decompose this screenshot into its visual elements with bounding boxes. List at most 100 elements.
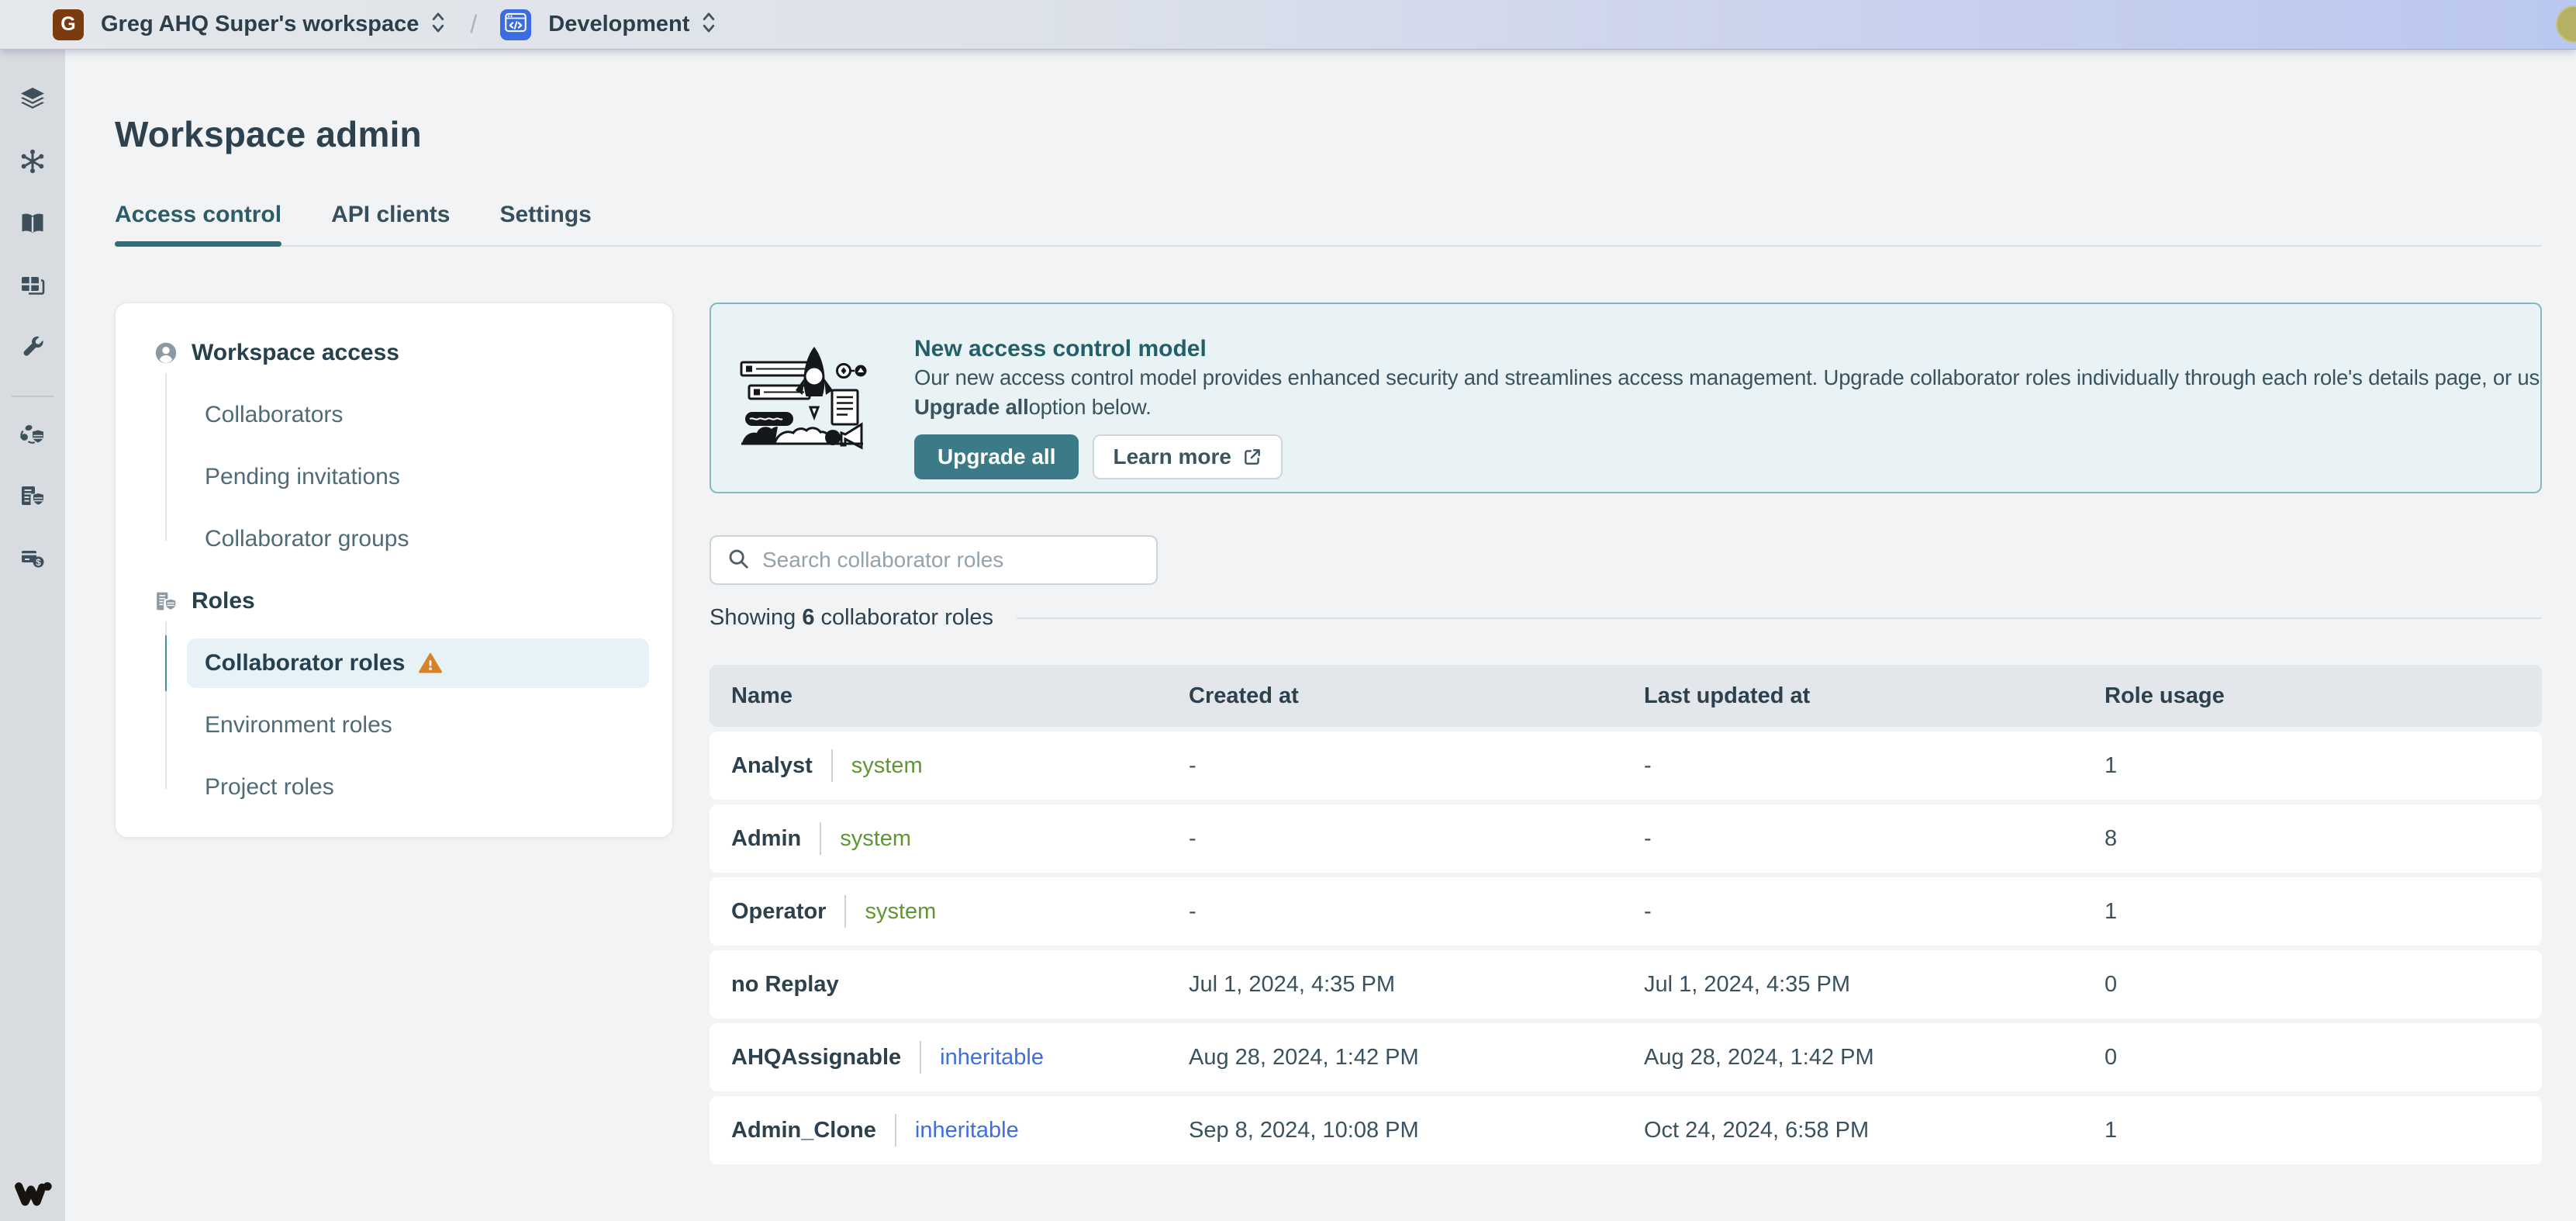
admin-nav-card: Workspace access Collaborators Pending inv… xyxy=(115,303,673,838)
layers-icon[interactable] xyxy=(19,85,47,113)
search-box xyxy=(710,535,1158,585)
workspace-avatar: G xyxy=(53,9,84,40)
role-usage-cell: 1 xyxy=(2105,899,2542,925)
warning-icon xyxy=(419,652,442,675)
tag-divider xyxy=(895,1114,896,1147)
role-name: Admin xyxy=(731,826,801,852)
role-tag: inheritable xyxy=(940,1045,1044,1071)
role-name: AHQAssignable xyxy=(731,1045,901,1071)
table-row[interactable]: Adminsystem--8 xyxy=(710,804,2542,873)
tab-settings[interactable]: Settings xyxy=(499,202,591,245)
upgrade-banner: New access control model Our new access … xyxy=(710,303,2542,493)
banner-content: New access control model Our new access … xyxy=(914,335,2542,476)
last-updated-at-cell: - xyxy=(1644,899,2105,925)
nav-children-workspace-access: Collaborators Pending invitations Collabor… xyxy=(116,384,672,570)
banner-body-rest: option below. xyxy=(1029,395,1152,420)
nav-item-label: Pending invitations xyxy=(116,464,400,490)
tab-access-control[interactable]: Access control xyxy=(115,202,281,245)
last-updated-at-cell: - xyxy=(1644,826,2105,852)
table-row[interactable]: Admin_CloneinheritableSep 8, 2024, 10:08… xyxy=(710,1096,2542,1164)
learn-more-button[interactable]: Learn more xyxy=(1093,434,1283,479)
role-name: Admin_Clone xyxy=(731,1118,876,1143)
table-row[interactable]: Analystsystem--1 xyxy=(710,732,2542,800)
nav-section-title: Workspace access xyxy=(192,340,399,366)
column-header-last-updated-at: Last updated at xyxy=(1644,683,2105,709)
external-link-icon xyxy=(1242,447,1262,467)
active-nav-pill[interactable]: Collaborator roles xyxy=(187,638,649,688)
sidebar-item-pending-invitations[interactable]: Pending invitations xyxy=(116,446,672,508)
role-usage-cell: 8 xyxy=(2105,826,2542,852)
nav-children-roles: Collaborator roles Environment rolesProje… xyxy=(116,632,672,818)
rail-divider xyxy=(12,396,54,397)
breadcrumb-separator: / xyxy=(470,10,477,39)
banner-body-line1: Our new access control model provides en… xyxy=(914,363,2542,393)
tools-icon[interactable] xyxy=(19,334,47,361)
search-icon xyxy=(727,547,750,574)
name-cell: Admin_Clone inheritable xyxy=(731,1114,1189,1147)
compliance-icon[interactable] xyxy=(19,483,47,510)
last-updated-at-cell: Aug 28, 2024, 1:42 PM xyxy=(1644,1045,2105,1071)
banner-buttons: Upgrade all Learn more xyxy=(914,434,2542,479)
upgrade-all-button[interactable]: Upgrade all xyxy=(914,434,1079,479)
role-tag: system xyxy=(840,826,911,852)
tab-api-clients[interactable]: API clients xyxy=(331,202,450,245)
sidebar-item-collaborator-roles[interactable]: Collaborator roles xyxy=(116,632,672,694)
project-name: Development xyxy=(548,12,689,37)
sidebar-item-environment-roles[interactable]: Environment roles xyxy=(116,694,672,756)
created-at-cell: - xyxy=(1189,826,1644,852)
services-icon[interactable] xyxy=(19,272,47,299)
chevron-updown-icon xyxy=(700,9,717,40)
sidebar-item-collaborators[interactable]: Collaborators xyxy=(116,384,672,446)
user-avatar[interactable] xyxy=(2556,5,2576,43)
name-cell: AHQAssignable inheritable xyxy=(731,1041,1189,1074)
results-summary: Showing 6 collaborator roles xyxy=(710,605,2542,631)
tag-divider xyxy=(831,749,833,782)
banner-body-bold: Upgrade all xyxy=(914,395,1029,420)
created-at-cell: Aug 28, 2024, 1:42 PM xyxy=(1189,1045,1644,1071)
created-at-cell: Jul 1, 2024, 4:35 PM xyxy=(1189,972,1644,998)
tabs: Access control API clients Settings xyxy=(115,202,2542,247)
search-input[interactable] xyxy=(762,548,1141,572)
table-row[interactable]: Operatorsystem--1 xyxy=(710,877,2542,946)
role-name: Operator xyxy=(731,899,826,925)
workspace-switcher-button[interactable] xyxy=(430,9,447,40)
created-at-cell: - xyxy=(1189,753,1644,779)
aiven-logo[interactable] xyxy=(12,1178,53,1210)
user-circle-icon xyxy=(153,340,179,366)
nav-section-header-workspace-access: Workspace access xyxy=(116,322,672,384)
role-usage-cell: 1 xyxy=(2105,753,2542,779)
sidebar-item-collaborator-groups[interactable]: Collaborator groups xyxy=(116,508,672,570)
roles-table-body: Analystsystem--1Adminsystem--8Operatorsy… xyxy=(710,732,2542,1164)
sidebar-item-project-roles[interactable]: Project roles xyxy=(116,756,672,818)
workspace-name: Greg AHQ Super's workspace xyxy=(101,12,419,37)
left-icon-rail: $ xyxy=(0,50,65,1221)
docs-icon[interactable] xyxy=(19,209,47,237)
role-tag: system xyxy=(865,899,936,925)
nav-item-label: Collaborator groups xyxy=(116,526,409,552)
role-usage-cell: 1 xyxy=(2105,1118,2542,1143)
banner-title: New access control model xyxy=(914,335,2542,363)
last-updated-at-cell: - xyxy=(1644,753,2105,779)
project-switcher-button[interactable] xyxy=(700,9,717,40)
role-usage-cell: 0 xyxy=(2105,972,2542,998)
role-name: no Replay xyxy=(731,972,839,998)
roles-main: New access control model Our new access … xyxy=(710,303,2542,1164)
role-tag: inheritable xyxy=(915,1118,1019,1143)
column-header-role-usage: Role usage xyxy=(2105,683,2542,709)
name-cell: Analystsystem xyxy=(731,749,1189,782)
name-cell: Admin system xyxy=(731,822,1189,855)
access-control-icon[interactable] xyxy=(19,420,47,448)
integrations-icon[interactable] xyxy=(19,147,47,175)
last-updated-at-cell: Jul 1, 2024, 4:35 PM xyxy=(1644,972,2105,998)
name-cell: Operator system xyxy=(731,895,1189,928)
table-row[interactable]: no Replay Jul 1, 2024, 4:35 PMJul 1, 2024… xyxy=(710,950,2542,1019)
role-name: Analyst xyxy=(731,753,813,779)
column-header-created-at: Created at xyxy=(1189,683,1644,709)
nav-item-label: Collaborators xyxy=(116,402,343,428)
banner-body-line2: Upgrade all option below. xyxy=(914,393,2542,422)
project-icon xyxy=(500,9,531,40)
tag-divider xyxy=(820,822,821,855)
table-row[interactable]: AHQAssignable inheritable Aug 28, 2024, 1:… xyxy=(710,1023,2542,1091)
billing-icon[interactable]: $ xyxy=(19,545,47,572)
roles-icon xyxy=(153,588,179,614)
